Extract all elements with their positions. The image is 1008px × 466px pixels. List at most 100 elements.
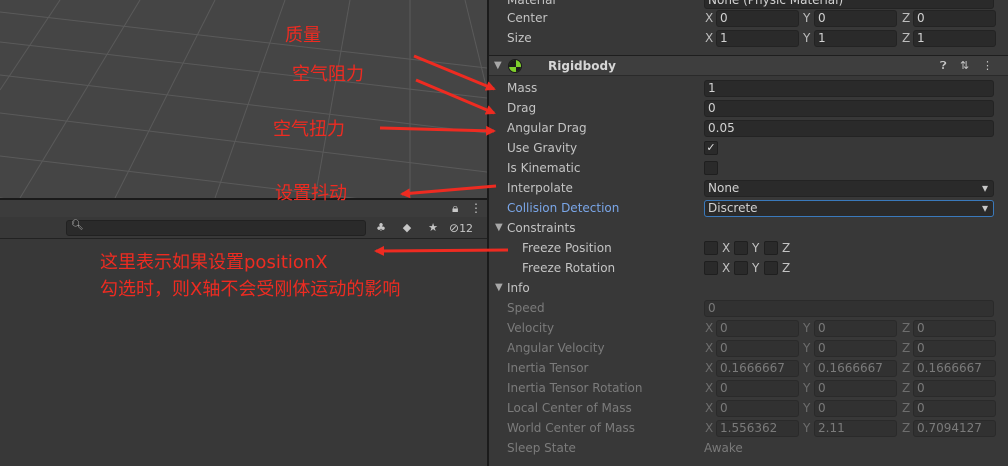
help-icon[interactable]: ❓︎ [940, 58, 947, 74]
axis-x-label: X [705, 421, 714, 435]
component-menu-icon[interactable]: ⋮ [982, 58, 993, 74]
eye-slash-icon: ⊘ [449, 221, 460, 235]
local-center-z-field: 0 [913, 400, 996, 417]
axis-x-label: X [705, 381, 714, 395]
sleep-state-value: Awake [704, 441, 743, 455]
axis-y-label: Y [803, 31, 811, 45]
inertia-tensor-rotation-y-field: 0 [814, 380, 897, 397]
inertia-tensor-rotation-z-field: 0 [913, 380, 996, 397]
annotation-freeze-line2: 勾选时，则X轴不会受刚体运动的影响 [100, 279, 401, 300]
constraints-label: Constraints [507, 221, 576, 235]
filter-by-type-icon[interactable]: ♣ [371, 219, 391, 237]
use-gravity-row: Use Gravity ✓ [489, 138, 1008, 158]
local-center-row: Local Center of Mass X 0 Y 0 Z 0 [489, 398, 1008, 418]
velocity-row: Velocity X 0 Y 0 Z 0 [489, 318, 1008, 338]
mass-field[interactable]: 1 [704, 80, 994, 97]
rigidbody-icon [508, 59, 522, 73]
speed-row: Speed 0 [489, 298, 1008, 318]
size-x-field[interactable]: 1 [716, 30, 799, 47]
size-y-field[interactable]: 1 [814, 30, 897, 47]
axis-x-label: X [722, 261, 731, 275]
scene-view[interactable] [0, 0, 487, 198]
center-x-field[interactable]: 0 [716, 10, 799, 27]
freeze-rotation-z-checkbox[interactable] [764, 261, 778, 275]
axis-z-label: Z [902, 321, 911, 335]
favorites-star-icon[interactable]: ★ [423, 219, 443, 237]
angular-drag-row: Angular Drag 0.05 [489, 118, 1008, 138]
center-row: Center X 0 Y 0 Z 0 [489, 8, 1008, 28]
center-z-field[interactable]: 0 [913, 10, 996, 27]
angular-velocity-x-field: 0 [716, 340, 799, 357]
inertia-tensor-rotation-row: Inertia Tensor Rotation X 0 Y 0 Z 0 [489, 378, 1008, 398]
freeze-position-z-checkbox[interactable] [764, 241, 778, 255]
fold-arrow-icon[interactable]: ▼ [495, 280, 503, 296]
axis-y-label: Y [803, 421, 811, 435]
hidden-packages-toggle[interactable]: ⊘12 [449, 219, 473, 237]
local-center-y-field: 0 [814, 400, 897, 417]
filter-by-label-icon[interactable]: ◆ [397, 219, 417, 237]
axis-x-label: X [705, 31, 714, 45]
axis-y-label: Y [803, 321, 811, 335]
search-input[interactable]: 🔍︎ [66, 220, 366, 236]
mass-row: Mass 1 [489, 78, 1008, 98]
velocity-label: Velocity [507, 321, 555, 335]
is-kinematic-row: Is Kinematic [489, 158, 1008, 178]
axis-z-label: Z [902, 361, 911, 375]
angular-velocity-y-field: 0 [814, 340, 897, 357]
is-kinematic-label: Is Kinematic [507, 161, 581, 175]
inspector-panel: Material None (Physic Material) Center X… [489, 0, 1008, 466]
center-label: Center [507, 11, 548, 25]
lock-icon[interactable]: 🔒︎ [452, 201, 458, 216]
presets-icon[interactable]: ⇅ [960, 58, 969, 74]
constraints-foldout[interactable]: ▼ Constraints [489, 218, 1008, 238]
use-gravity-checkbox[interactable]: ✓ [704, 141, 718, 155]
axis-y-label: Y [803, 401, 811, 415]
inertia-tensor-z-field: 0.1666667 [913, 360, 996, 377]
drag-field[interactable]: 0 [704, 100, 994, 117]
axis-x-label: X [705, 341, 714, 355]
interpolate-dropdown[interactable]: None [704, 180, 994, 197]
freeze-rotation-y-checkbox[interactable] [734, 261, 748, 275]
axis-z-label: Z [782, 261, 791, 275]
axis-x-label: X [722, 241, 731, 255]
axis-x-label: X [705, 11, 714, 25]
speed-label: Speed [507, 301, 545, 315]
axis-y-label: Y [803, 11, 811, 25]
angular-drag-field[interactable]: 0.05 [704, 120, 994, 137]
info-label: Info [507, 281, 530, 295]
annotation-mass: 质量 [285, 25, 321, 46]
annotation-drag: 空气阻力 [292, 64, 364, 85]
angular-velocity-row: Angular Velocity X 0 Y 0 Z 0 [489, 338, 1008, 358]
freeze-rotation-row: Freeze Rotation X Y Z [489, 258, 1008, 278]
more-options-icon[interactable]: ⋮ [470, 201, 482, 216]
freeze-position-y-checkbox[interactable] [734, 241, 748, 255]
world-center-z-field: 0.7094127 [913, 420, 996, 437]
collision-detection-row: Collision Detection Discrete [489, 198, 1008, 218]
velocity-y-field: 0 [814, 320, 897, 337]
is-kinematic-checkbox[interactable] [704, 161, 718, 175]
collision-detection-dropdown[interactable]: Discrete [704, 200, 994, 217]
freeze-rotation-label: Freeze Rotation [522, 261, 616, 275]
axis-y-label: Y [803, 361, 811, 375]
freeze-position-x-checkbox[interactable] [704, 241, 718, 255]
axis-x-label: X [705, 401, 714, 415]
rigidbody-component-header[interactable]: ▼ Rigidbody ❓︎ ⇅ ⋮ [489, 55, 1008, 76]
freeze-rotation-x-checkbox[interactable] [704, 261, 718, 275]
info-foldout[interactable]: ▼ Info [489, 278, 1008, 298]
use-gravity-label: Use Gravity [507, 141, 578, 155]
collision-detection-label: Collision Detection [507, 201, 620, 215]
fold-arrow-icon[interactable]: ▼ [495, 220, 503, 236]
world-center-row: World Center of Mass X 1.556362 Y 2.11 Z… [489, 418, 1008, 438]
inertia-tensor-x-field: 0.1666667 [716, 360, 799, 377]
axis-z-label: Z [902, 401, 911, 415]
fold-arrow-icon[interactable]: ▼ [494, 58, 502, 74]
center-y-field[interactable]: 0 [814, 10, 897, 27]
freeze-position-row: Freeze Position X Y Z [489, 238, 1008, 258]
size-z-field[interactable]: 1 [913, 30, 996, 47]
velocity-x-field: 0 [716, 320, 799, 337]
angular-velocity-label: Angular Velocity [507, 341, 605, 355]
axis-z-label: Z [902, 341, 911, 355]
angular-drag-label: Angular Drag [507, 121, 587, 135]
annotation-interpolate: 设置抖动 [275, 183, 347, 204]
velocity-z-field: 0 [913, 320, 996, 337]
